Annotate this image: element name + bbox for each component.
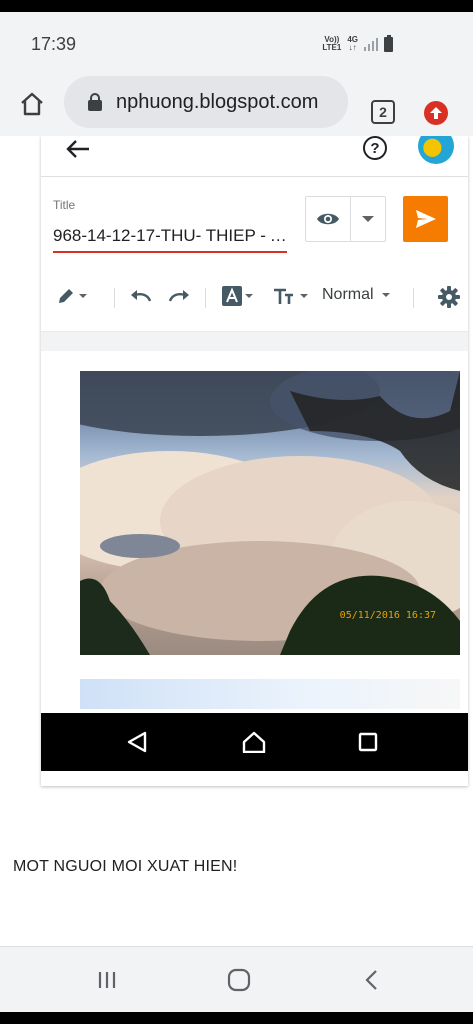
update-arrow-icon: [430, 107, 442, 119]
inner-home-button: [242, 730, 266, 754]
network-activity-label: ↓↑: [348, 43, 357, 52]
lock-icon: [88, 93, 102, 111]
undo-button[interactable]: [129, 286, 153, 306]
phone-screen: 17:39 Vo)) LTE1 4G ↓↑ nphuong.blogspot.c…: [0, 12, 473, 1012]
title-underline: [53, 251, 287, 253]
url-text: nphuong.blogspot.com: [116, 90, 319, 113]
volte-icon: Vo)) LTE1: [322, 36, 341, 52]
title-label: Title: [53, 198, 76, 212]
chevron-left-icon: [365, 970, 377, 990]
inner-recents-button: [356, 730, 380, 754]
toolbar-separator: [413, 288, 414, 308]
pencil-icon: [59, 289, 73, 303]
editor-screenshot: ? Title 968-14-12-17-THU- THIEP - ANH No…: [41, 136, 468, 786]
publish-button[interactable]: [403, 196, 448, 242]
battery-icon: [384, 34, 393, 52]
home-nav-button[interactable]: [224, 965, 254, 995]
back-arrow-icon[interactable]: [65, 138, 91, 160]
post-caption: MOT NGUOI MOI XUAT HIEN!: [13, 858, 238, 875]
update-button[interactable]: [424, 101, 448, 125]
redo-button[interactable]: [167, 286, 191, 306]
address-bar[interactable]: nphuong.blogspot.com: [64, 76, 348, 128]
undo-icon: [131, 290, 152, 302]
inner-back-button: [125, 730, 149, 754]
photo-timestamp: 05/11/2016 16:37: [339, 610, 436, 621]
text-color-icon: [222, 286, 242, 306]
web-page: ? Title 968-14-12-17-THU- THIEP - ANH No…: [0, 136, 473, 946]
network-type-icon: 4G ↓↑: [347, 36, 358, 52]
back-triangle-icon: [127, 731, 147, 753]
send-icon: [415, 210, 436, 228]
volte-bottom-label: LTE1: [322, 43, 342, 52]
signal-icon: [364, 37, 378, 51]
gear-icon: [438, 286, 460, 308]
status-icons: Vo)) LTE1 4G ↓↑: [322, 34, 393, 52]
editor-separator-band: [41, 331, 468, 351]
toolbar-separator: [205, 288, 206, 308]
avatar[interactable]: [418, 136, 454, 164]
help-icon[interactable]: ?: [363, 136, 387, 160]
status-bar: 17:39 Vo)) LTE1 4G ↓↑: [0, 12, 473, 74]
paragraph-style-select[interactable]: Normal: [322, 286, 390, 304]
second-photo-partial[interactable]: [80, 679, 460, 709]
tab-count: 2: [379, 104, 387, 120]
redo-icon: [168, 290, 189, 302]
browser-toolbar: nphuong.blogspot.com 2: [0, 74, 473, 136]
text-size-icon: [274, 288, 293, 304]
chevron-down-icon: [362, 216, 374, 222]
preview-button[interactable]: [306, 197, 351, 241]
toolbar-separator: [114, 288, 115, 308]
home-circle-icon: [227, 968, 251, 992]
eye-icon: [317, 213, 339, 225]
recents-button[interactable]: [92, 965, 122, 995]
editor-header: ?: [41, 136, 468, 176]
recents-icon: [98, 972, 116, 988]
system-nav-bar: [0, 946, 473, 1012]
square-icon: [358, 732, 378, 752]
preview-dropdown[interactable]: [351, 197, 385, 241]
format-toolbar: Normal: [41, 280, 468, 316]
paragraph-style-label: Normal: [322, 286, 374, 303]
home-outline-icon: [242, 731, 266, 753]
divider: [41, 176, 468, 177]
back-nav-button[interactable]: [357, 965, 387, 995]
home-button[interactable]: [16, 88, 48, 120]
pen-button[interactable]: [56, 286, 87, 306]
tab-switcher-button[interactable]: 2: [371, 100, 395, 124]
inner-nav-bar: [41, 713, 468, 771]
settings-button[interactable]: [438, 286, 460, 308]
home-icon: [21, 92, 43, 116]
post-photo[interactable]: 05/11/2016 16:37: [80, 371, 460, 655]
title-input[interactable]: 968-14-12-17-THU- THIEP - ANH: [53, 226, 287, 246]
preview-button-group: [305, 196, 386, 242]
text-color-button[interactable]: [222, 286, 253, 306]
status-time: 17:39: [31, 34, 77, 54]
text-size-button[interactable]: [273, 286, 308, 306]
